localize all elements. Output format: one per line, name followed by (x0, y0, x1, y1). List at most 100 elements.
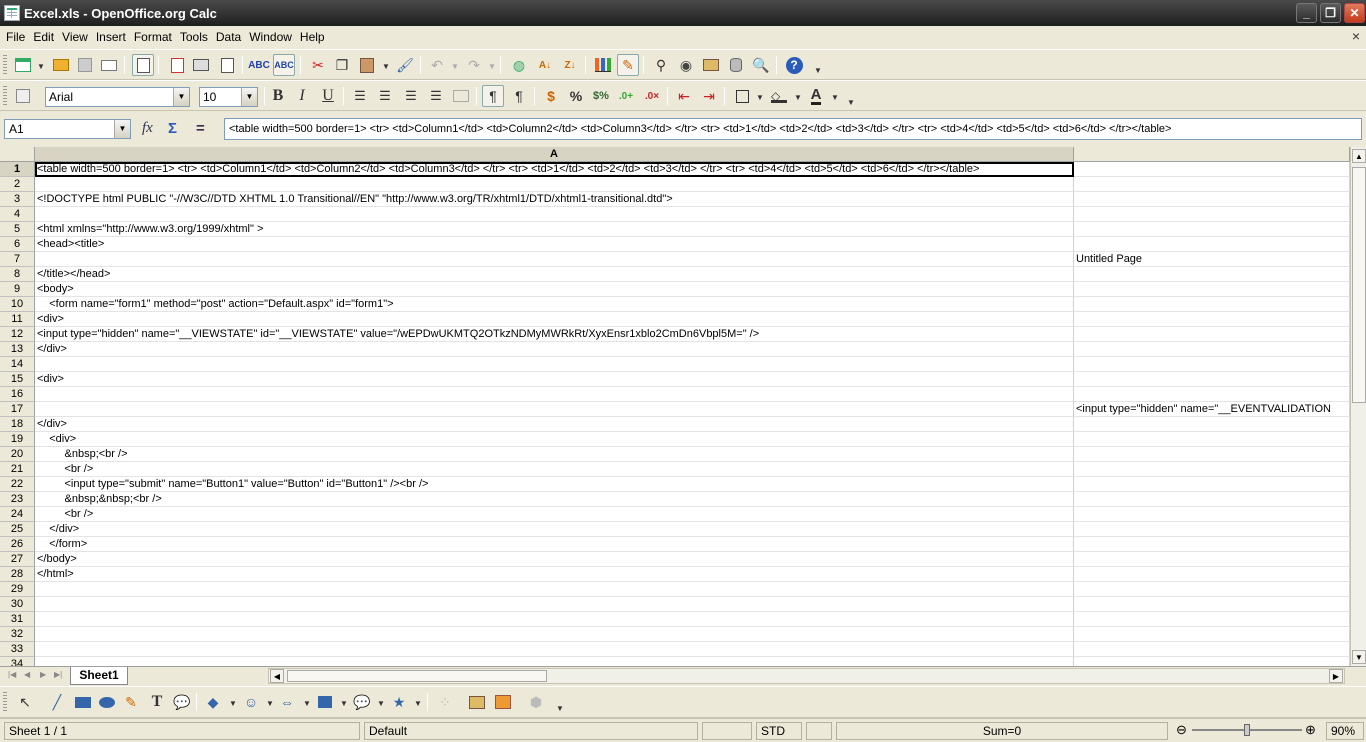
row-header[interactable]: 13 (0, 342, 35, 357)
row-header[interactable]: 30 (0, 597, 35, 612)
align-left-icon[interactable]: ☰ (349, 85, 371, 107)
function-icon[interactable]: = (196, 120, 205, 137)
paste-dropdown-arrow[interactable]: ▼ (382, 62, 390, 71)
stars-dropdown-arrow[interactable]: ▼ (414, 699, 422, 708)
ellipse-icon[interactable] (96, 691, 118, 713)
cell-a[interactable] (35, 597, 1074, 612)
font-size-combo[interactable]: 10 ▼ (199, 87, 258, 107)
row-header[interactable]: 3 (0, 192, 35, 207)
stars-icon[interactable]: ★ (388, 691, 410, 713)
cell-b[interactable] (1074, 372, 1350, 387)
chevron-down-icon[interactable]: ▼ (241, 88, 257, 106)
row-header[interactable]: 4 (0, 207, 35, 222)
cell-b[interactable] (1074, 552, 1350, 567)
row-header[interactable]: 2 (0, 177, 35, 192)
undo-icon[interactable]: ↶ (426, 54, 448, 76)
cell-a[interactable]: <body> (35, 282, 1074, 297)
row-header[interactable]: 23 (0, 492, 35, 507)
cell-a[interactable]: </html> (35, 567, 1074, 582)
vertical-scroll-thumb[interactable] (1352, 167, 1366, 403)
cell-b[interactable] (1074, 327, 1350, 342)
copy-icon[interactable]: ❐ (331, 54, 353, 76)
callout-icon[interactable]: 💬 (171, 691, 193, 713)
cell-b[interactable] (1074, 597, 1350, 612)
toolbar-options-arrow[interactable]: ▼ (814, 66, 822, 75)
standard-format-icon[interactable]: $% (590, 85, 612, 107)
status-sum[interactable]: Sum=0 (836, 722, 1168, 740)
close-document-icon[interactable]: × (1352, 28, 1360, 44)
symbol-shapes-dropdown-arrow[interactable]: ▼ (266, 699, 274, 708)
right-to-left-icon[interactable]: ¶ (508, 85, 530, 107)
row-header[interactable]: 34 (0, 657, 35, 666)
vertical-scrollbar[interactable]: ▲ ▼ (1350, 147, 1366, 666)
row-header[interactable]: 31 (0, 612, 35, 627)
menu-insert[interactable]: Insert (92, 30, 130, 44)
row-header[interactable]: 24 (0, 507, 35, 522)
cell-b[interactable] (1074, 297, 1350, 312)
cell-a[interactable]: <br /> (35, 462, 1074, 477)
menu-tools[interactable]: Tools (176, 30, 212, 44)
row-header[interactable]: 29 (0, 582, 35, 597)
flowcharts-dropdown-arrow[interactable]: ▼ (340, 699, 348, 708)
chart-icon[interactable] (592, 54, 614, 76)
cell-a[interactable]: <html xmlns="http://www.w3.org/1999/xhtm… (35, 222, 1074, 237)
redo-icon[interactable]: ↷ (463, 54, 485, 76)
sum-icon[interactable]: Σ (168, 120, 177, 137)
cell-a[interactable]: <input type="hidden" name="__VIEWSTATE" … (35, 327, 1074, 342)
row-header[interactable]: 7 (0, 252, 35, 267)
row-header[interactable]: 14 (0, 357, 35, 372)
status-page-style[interactable]: Default (364, 722, 698, 740)
menu-file[interactable]: File (2, 30, 29, 44)
cell-b[interactable]: Untitled Page (1074, 252, 1350, 267)
close-button[interactable]: ✕ (1344, 3, 1365, 23)
cell-a[interactable]: &nbsp;&nbsp;<br /> (35, 492, 1074, 507)
delete-decimal-icon[interactable]: .0× (641, 85, 663, 107)
row-header[interactable]: 21 (0, 462, 35, 477)
justify-icon[interactable]: ☰ (425, 85, 447, 107)
select-icon[interactable]: ↖ (14, 691, 36, 713)
row-header[interactable]: 20 (0, 447, 35, 462)
text-icon[interactable]: T (146, 691, 168, 713)
row-header[interactable]: 16 (0, 387, 35, 402)
sort-ascending-icon[interactable]: A↓ (534, 54, 556, 76)
cell-b[interactable] (1074, 657, 1350, 666)
navigator-icon[interactable]: ◉ (675, 54, 697, 76)
toolbar-options-arrow[interactable]: ▼ (847, 98, 855, 107)
increase-indent-icon[interactable]: ⇥ (698, 85, 720, 107)
freeform-icon[interactable]: ✎ (120, 691, 142, 713)
cell-a[interactable]: <head><title> (35, 237, 1074, 252)
cell-b[interactable] (1074, 177, 1350, 192)
from-file-icon[interactable] (466, 691, 488, 713)
cell-a[interactable]: <table width=500 border=1> <tr> <td>Colu… (35, 162, 1074, 177)
cell-a[interactable]: <div> (35, 372, 1074, 387)
column-header-a[interactable]: A (35, 147, 1074, 162)
maximize-button[interactable]: ❐ (1320, 3, 1341, 23)
row-header[interactable]: 26 (0, 537, 35, 552)
zoom-slider-thumb[interactable] (1244, 724, 1250, 736)
toolbar-options-arrow[interactable]: ▼ (556, 704, 564, 713)
zoom-icon[interactable]: 🔍 (750, 54, 772, 76)
callouts-dropdown-arrow[interactable]: ▼ (377, 699, 385, 708)
sort-descending-icon[interactable]: Z↓ (559, 54, 581, 76)
cell-b[interactable] (1074, 462, 1350, 477)
export-pdf-icon[interactable] (166, 54, 188, 76)
row-header[interactable]: 33 (0, 642, 35, 657)
font-name-combo[interactable]: Arial ▼ (45, 87, 190, 107)
save-icon[interactable] (74, 54, 96, 76)
horizontal-scrollbar[interactable]: ◀ ▶ (268, 668, 1345, 684)
cell-b[interactable] (1074, 387, 1350, 402)
horizontal-scroll-thumb[interactable] (287, 670, 547, 682)
menu-format[interactable]: Format (130, 30, 176, 44)
cell-a[interactable]: </div> (35, 417, 1074, 432)
redo-dropdown-arrow[interactable]: ▼ (488, 62, 496, 71)
cell-b[interactable] (1074, 162, 1350, 177)
autospellcheck-icon[interactable]: ABC (273, 54, 295, 76)
fontwork-icon[interactable] (492, 691, 514, 713)
cell-b[interactable] (1074, 627, 1350, 642)
cell-b[interactable] (1074, 312, 1350, 327)
menu-data[interactable]: Data (212, 30, 245, 44)
cell-a[interactable] (35, 387, 1074, 402)
cell-a[interactable]: <form name="form1" method="post" action=… (35, 297, 1074, 312)
zoom-slider[interactable] (1192, 724, 1302, 736)
chevron-down-icon[interactable]: ▼ (114, 120, 130, 138)
